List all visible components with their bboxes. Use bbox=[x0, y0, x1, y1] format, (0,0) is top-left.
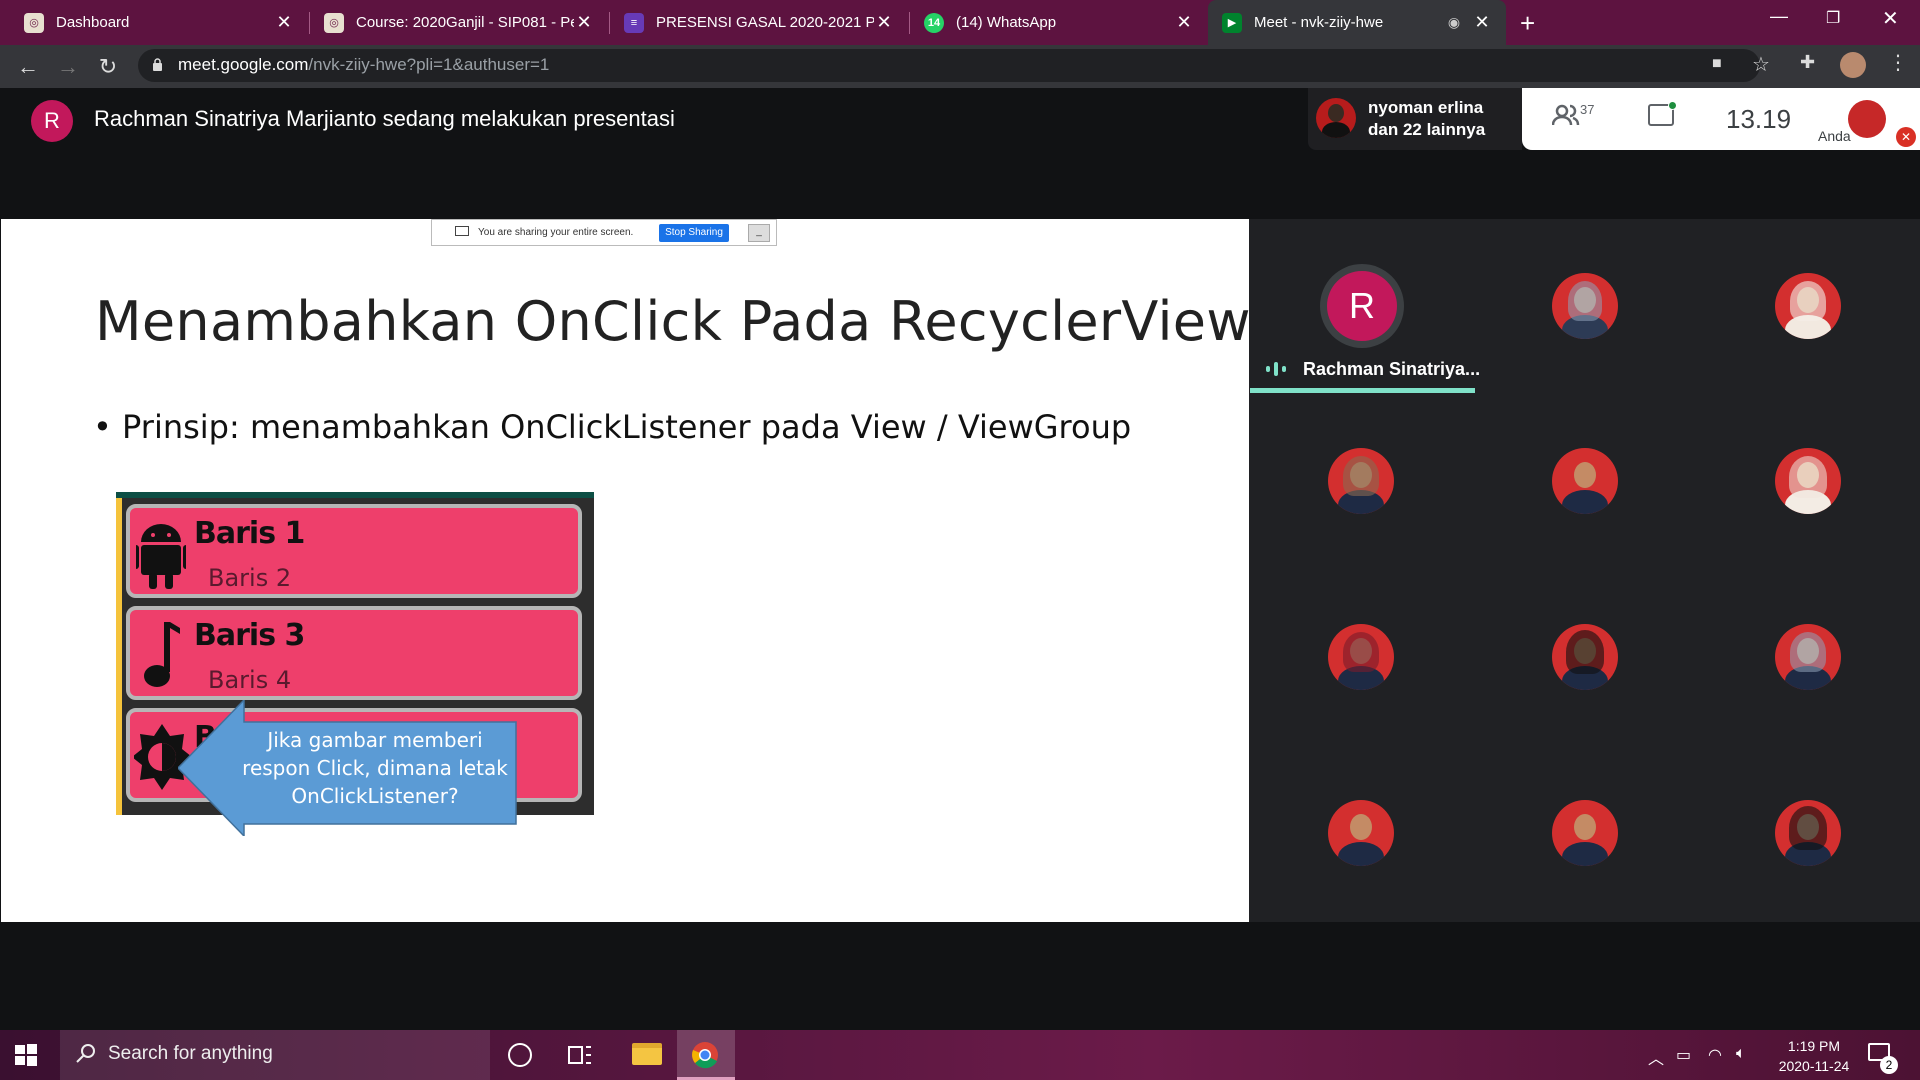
screenshot-edge bbox=[116, 492, 122, 815]
participant-tile[interactable] bbox=[1775, 448, 1841, 514]
tab-label: Course: 2020Ganjil - SIP081 - Per bbox=[356, 14, 574, 31]
list-item: Baris 1 Baris 2 bbox=[126, 504, 582, 598]
tab-label: PRESENSI GASAL 2020-2021 PRO bbox=[656, 14, 874, 31]
stop-sharing-button[interactable]: Stop Sharing bbox=[659, 224, 729, 242]
file-explorer-taskbar-button[interactable] bbox=[619, 1030, 677, 1080]
recording-icon: ◉ bbox=[1447, 14, 1461, 30]
screen-share-icon bbox=[455, 226, 469, 236]
wifi-icon[interactable]: ◠ bbox=[1708, 1045, 1722, 1065]
lock-icon bbox=[152, 58, 163, 71]
speaker-avatar bbox=[1316, 98, 1356, 138]
row-subtitle: Baris 2 bbox=[208, 564, 292, 592]
meet-icon: ▶ bbox=[1222, 12, 1242, 33]
close-window-icon[interactable]: ✕ bbox=[1882, 6, 1899, 31]
battery-icon[interactable]: ▭ bbox=[1676, 1045, 1691, 1065]
speaker-name-line: nyoman erlina bbox=[1368, 98, 1484, 117]
forms-icon: ≡ bbox=[624, 12, 644, 33]
search-icon bbox=[76, 1043, 96, 1063]
callout-text: Jika gambar memberi respon Click, dimana… bbox=[242, 728, 508, 808]
close-icon[interactable]: ✕ bbox=[1174, 12, 1194, 33]
tab-presensi[interactable]: ≡ PRESENSI GASAL 2020-2021 PRO ✕ bbox=[610, 0, 908, 45]
close-icon[interactable]: ✕ bbox=[274, 12, 294, 33]
moodle-icon: ◎ bbox=[24, 12, 44, 33]
extensions-icon[interactable]: ✚ bbox=[1800, 52, 1815, 73]
reload-icon[interactable]: ↻ bbox=[94, 53, 122, 81]
close-icon[interactable]: ✕ bbox=[574, 12, 594, 33]
slide-bullet: • Prinsip: menambahkan OnClickListener p… bbox=[93, 408, 1132, 446]
back-arrow-icon[interactable]: ← bbox=[14, 53, 42, 81]
android-icon bbox=[132, 518, 190, 595]
whatsapp-icon: 14 bbox=[924, 12, 944, 33]
show-hidden-icons-chevron-icon[interactable]: ︿ bbox=[1648, 1045, 1664, 1069]
participant-tile[interactable] bbox=[1552, 273, 1618, 339]
url-host: meet.google.com bbox=[178, 55, 309, 74]
taskbar-clock[interactable]: 1:19 PM 2020-11-24 bbox=[1764, 1036, 1864, 1076]
list-item: Baris 3 Baris 4 bbox=[126, 606, 582, 700]
taskbar-date: 2020-11-24 bbox=[1778, 1058, 1850, 1074]
share-status-text: You are sharing your entire screen. bbox=[478, 227, 634, 238]
participant-tile[interactable] bbox=[1775, 800, 1841, 866]
task-view-icon[interactable] bbox=[568, 1044, 592, 1071]
chat-unread-dot bbox=[1668, 101, 1677, 110]
tab-whatsapp[interactable]: 14 (14) WhatsApp ✕ bbox=[910, 0, 1208, 45]
participant-name: Rachman Sinatriya... bbox=[1303, 359, 1481, 379]
people-count: 37 bbox=[1580, 102, 1595, 117]
row-subtitle: Baris 4 bbox=[208, 666, 292, 694]
speaker-others-line: dan 22 lainnya bbox=[1368, 120, 1486, 139]
participant-avatar[interactable]: R bbox=[1327, 271, 1397, 341]
tab-label: (14) WhatsApp bbox=[956, 14, 1057, 31]
moodle-icon: ◎ bbox=[324, 12, 344, 33]
row-title: Baris 3 bbox=[194, 618, 305, 653]
windows-start-icon[interactable] bbox=[14, 1043, 38, 1067]
participant-tile[interactable] bbox=[1328, 624, 1394, 690]
presenter-avatar: R bbox=[31, 100, 73, 142]
row-title: Baris 1 bbox=[194, 516, 305, 551]
new-tab-button[interactable]: + bbox=[1520, 8, 1535, 39]
browser-tab-strip: ◎ Dashboard ✕ ◎ Course: 2020Ganjil - SIP… bbox=[0, 0, 1920, 45]
tab-meet[interactable]: ▶ Meet - nvk-ziiy-hwe ◉ ✕ bbox=[1208, 0, 1506, 45]
profile-avatar[interactable] bbox=[1840, 52, 1866, 78]
screenshot-topbar bbox=[116, 492, 594, 498]
participant-tile[interactable] bbox=[1552, 624, 1618, 690]
participant-tile[interactable] bbox=[1328, 448, 1394, 514]
self-avatar[interactable] bbox=[1848, 100, 1886, 138]
people-icon[interactable] bbox=[1551, 104, 1580, 131]
tab-course[interactable]: ◎ Course: 2020Ganjil - SIP081 - Per ✕ bbox=[310, 0, 608, 45]
minimize-share-bar-button[interactable]: _ bbox=[748, 224, 770, 242]
volume-icon[interactable]: 🔈︎ bbox=[1736, 1045, 1746, 1063]
forward-arrow-icon[interactable]: → bbox=[54, 53, 82, 81]
chrome-taskbar-button[interactable] bbox=[677, 1030, 735, 1080]
taskbar-search-placeholder: Search for anything bbox=[108, 1043, 273, 1064]
presentation-status: Rachman Sinatriya Marjianto sedang melak… bbox=[94, 106, 675, 131]
mic-off-icon: ✕ bbox=[1896, 127, 1916, 147]
speaker-names: nyoman erlina dan 22 lainnya bbox=[1368, 97, 1485, 141]
music-note-icon bbox=[142, 620, 182, 695]
star-icon[interactable]: ☆ bbox=[1752, 52, 1770, 77]
close-icon[interactable]: ✕ bbox=[874, 12, 894, 33]
slide-title: Menambahkan OnClick Pada RecyclerView bbox=[95, 290, 1251, 353]
close-icon[interactable]: ✕ bbox=[1472, 12, 1492, 33]
participant-tile[interactable] bbox=[1775, 273, 1841, 339]
tab-label: Meet - nvk-ziiy-hwe bbox=[1254, 14, 1384, 31]
speaking-indicator-icon bbox=[1265, 361, 1287, 377]
url-path: /nvk-ziiy-hwe?pli=1&authuser=1 bbox=[308, 55, 550, 74]
browser-menu-icon[interactable]: ⋮ bbox=[1888, 50, 1908, 75]
self-label: Anda bbox=[1818, 128, 1851, 144]
tab-dashboard[interactable]: ◎ Dashboard ✕ bbox=[10, 0, 308, 45]
restore-window-icon[interactable]: ❐ bbox=[1826, 8, 1840, 28]
taskbar-time: 1:19 PM bbox=[1787, 1038, 1841, 1054]
url-text: meet.google.com/nvk-ziiy-hwe?pli=1&authu… bbox=[178, 55, 549, 75]
participant-tile[interactable] bbox=[1328, 800, 1394, 866]
notification-count-badge: 2 bbox=[1880, 1056, 1898, 1074]
minimize-window-icon[interactable]: — bbox=[1770, 6, 1788, 27]
participant-tile[interactable] bbox=[1552, 800, 1618, 866]
meeting-clock: 13.19 bbox=[1726, 104, 1792, 134]
participant-tile[interactable] bbox=[1552, 448, 1618, 514]
tab-label: Dashboard bbox=[56, 14, 130, 31]
participant-tile[interactable] bbox=[1775, 624, 1841, 690]
active-speaker-bar bbox=[1250, 388, 1475, 393]
camera-icon[interactable]: ■ bbox=[1712, 55, 1722, 73]
cortana-icon[interactable] bbox=[508, 1043, 532, 1067]
